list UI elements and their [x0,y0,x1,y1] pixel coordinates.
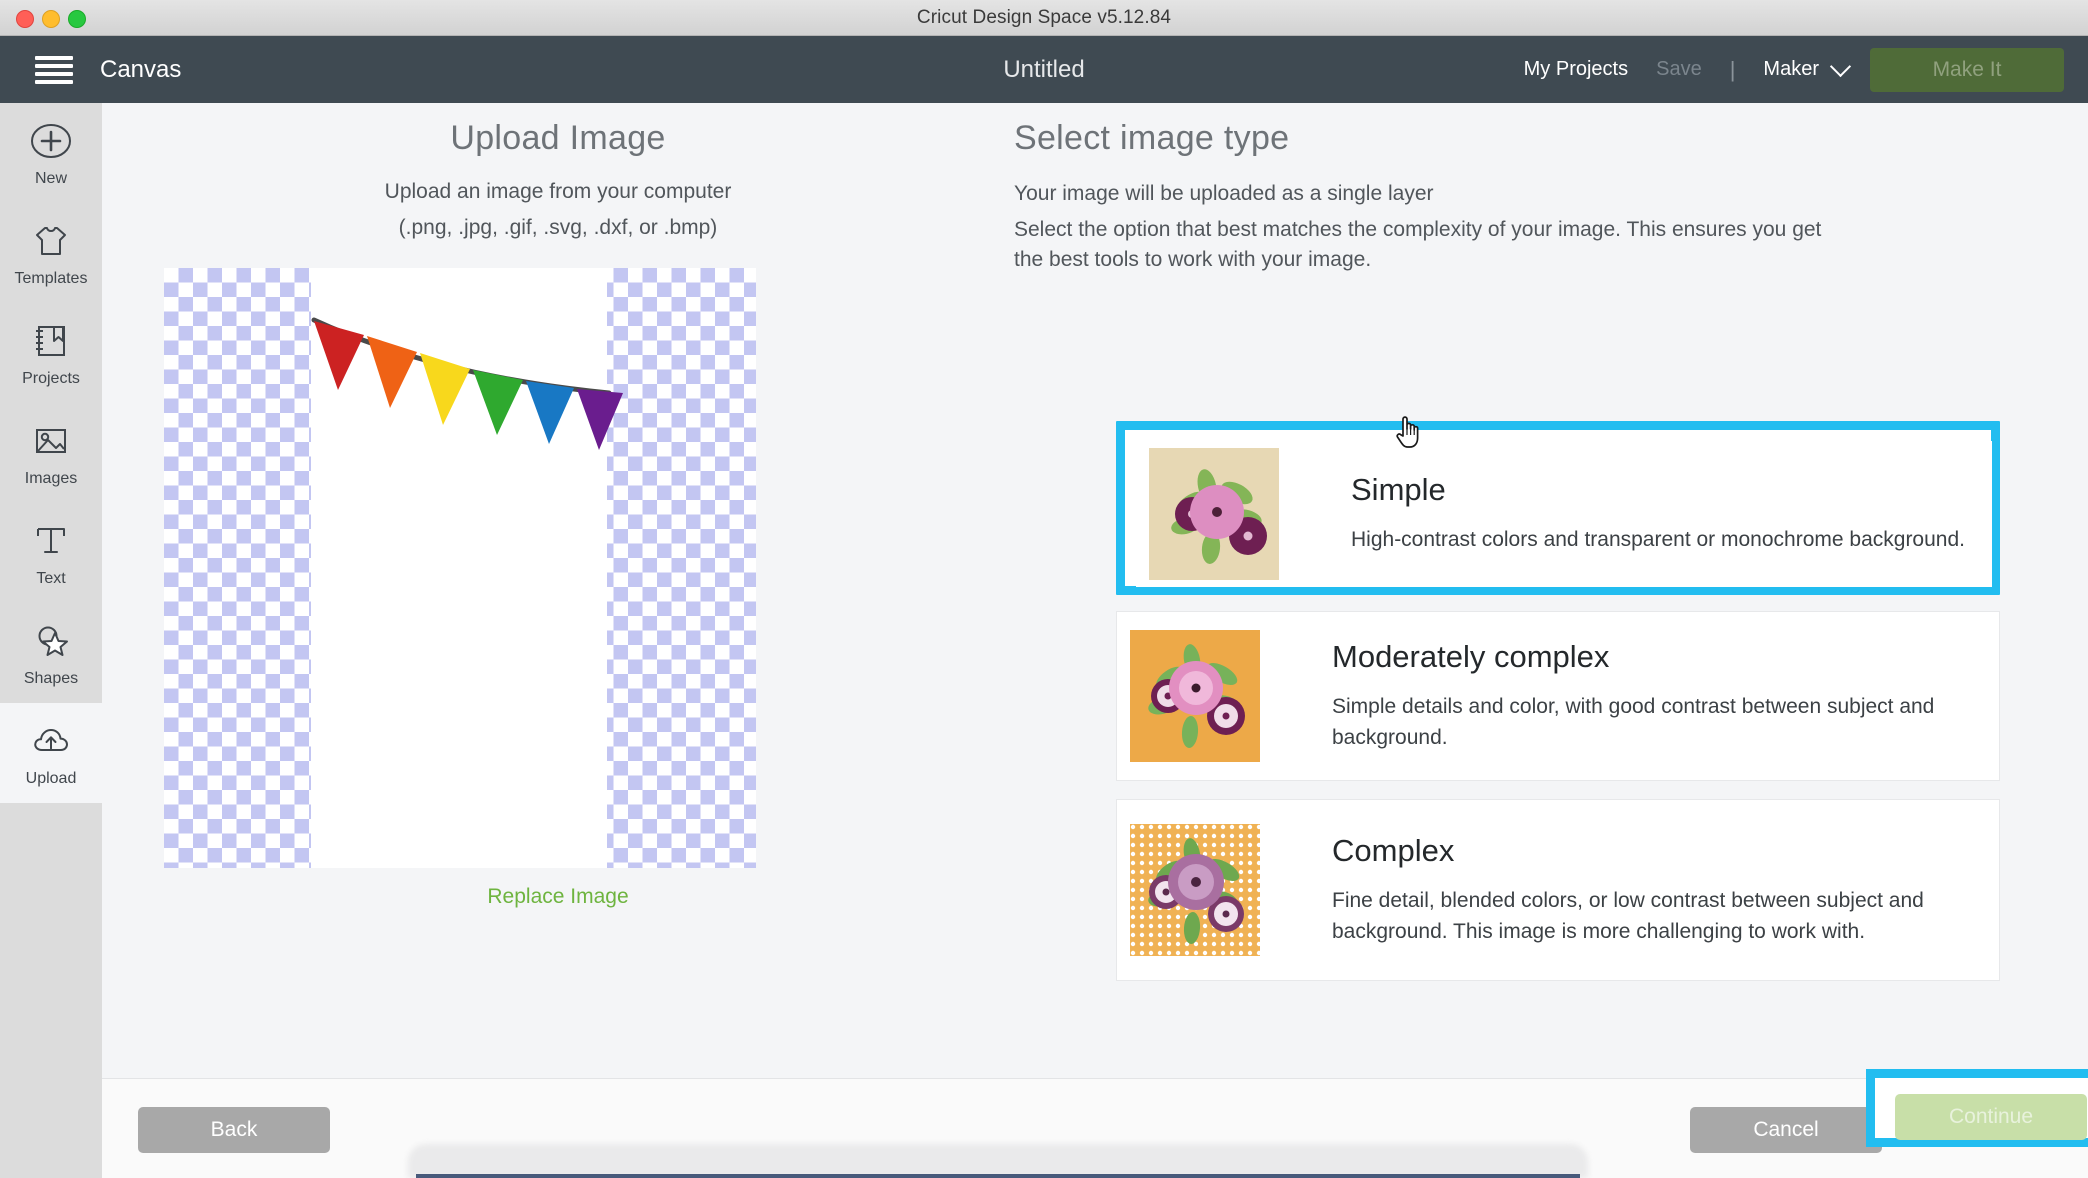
complex-option-thumbnail [1130,824,1260,956]
select-subtitle: Your image will be uploaded as a single … [1014,182,1434,205]
text-t-icon [29,519,73,563]
sidebar-item-text[interactable]: Text [0,503,102,603]
window-titlebar: Cricut Design Space v5.12.84 [0,0,2088,36]
simple-option-description: High-contrast colors and transparent or … [1351,528,1965,552]
complex-option-text: Complex Fine detail, blended colors, or … [1332,833,1999,948]
sidebar-item-label: Projects [22,369,80,387]
select-image-type-heading: Select image type [1014,119,1290,157]
os-dock-edge [416,1174,1580,1178]
simple-option-highlight: Simple High-contrast colors and transpar… [1116,421,2000,595]
left-sidebar: New Templates Projects Images Text Shape… [0,103,102,1178]
continue-button-highlight: Continue [1866,1069,2088,1147]
cancel-button[interactable]: Cancel [1690,1107,1882,1153]
complex-option-description: Fine detail, blended colors, or low cont… [1332,888,1924,944]
sidebar-item-projects[interactable]: Projects [0,303,102,403]
app-toolbar: Canvas Untitled My Projects Save | Maker… [0,36,2088,103]
sidebar-item-templates[interactable]: Templates [0,203,102,303]
sidebar-item-label: Shapes [23,669,79,687]
sidebar-item-new[interactable]: New [0,103,102,203]
select-instructions: Select the option that best matches the … [1014,218,1822,272]
window-title: Cricut Design Space v5.12.84 [916,7,1172,28]
moderately-complex-option-card[interactable]: Moderately complex Simple details and co… [1116,611,2000,781]
moderately-complex-option-title: Moderately complex [1332,638,1610,674]
image-preview[interactable] [164,268,756,868]
upload-instructions-line1: Upload an image from your computer [384,180,732,203]
shapes-icon [29,619,73,663]
replace-image-link[interactable]: Replace Image [102,885,1014,909]
upload-heading: Upload Image [450,119,666,157]
sidebar-item-label: Images [24,469,78,487]
sidebar-item-images[interactable]: Images [0,403,102,503]
sidebar-item-shapes[interactable]: Shapes [0,603,102,703]
machine-label: Maker [1763,58,1819,80]
machine-selector[interactable]: Maker [1763,55,1852,81]
cloud-upload-icon [29,719,73,763]
moderately-complex-option-text: Moderately complex Simple details and co… [1332,639,1999,754]
simple-option-thumbnail [1149,448,1279,580]
upload-file-types: (.png, .jpg, .gif, .svg, .dxf, or .bmp) [398,216,718,239]
toolbar-right-group: My Projects Save | Maker Make It [1524,36,2088,103]
sidebar-item-label: Upload [25,769,77,787]
moderately-complex-option-thumbnail [1130,630,1260,762]
os-dock [408,1144,1588,1178]
upload-preview-pane: Upload Image Upload an image from your c… [102,103,1014,1078]
back-button[interactable]: Back [138,1107,330,1153]
app-window: Cricut Design Space v5.12.84 Canvas Unti… [0,0,2088,1178]
simple-option-title: Simple [1351,472,1446,508]
sidebar-item-upload[interactable]: Upload [0,703,102,803]
sidebar-item-label: New [34,169,67,187]
make-it-button[interactable]: Make It [1870,47,2064,92]
bunting-flags-image [311,317,623,450]
simple-option-text: Simple High-contrast colors and transpar… [1351,472,1965,556]
my-projects-link[interactable]: My Projects [1524,58,1628,81]
complex-option-title: Complex [1332,832,1455,868]
notebook-icon [29,319,73,363]
save-button[interactable]: Save [1656,58,1702,81]
moderately-complex-option-description: Simple details and color, with good cont… [1332,694,1935,750]
complex-option-card[interactable]: Complex Fine detail, blended colors, or … [1116,799,2000,981]
tshirt-icon [29,219,73,263]
simple-option-card[interactable]: Simple High-contrast colors and transpar… [1136,441,1992,587]
sidebar-item-label: Text [36,569,66,587]
select-image-type-pane: Select image type Your image will be upl… [1014,103,2088,1078]
plus-circle-icon [29,119,73,163]
toolbar-divider: | [1729,56,1736,82]
main-content: Upload Image Upload an image from your c… [102,103,2088,1078]
photo-icon [29,419,73,463]
chevron-down-icon [1829,55,1852,78]
continue-button[interactable]: Continue [1895,1094,2087,1140]
sidebar-item-label: Templates [14,269,88,287]
